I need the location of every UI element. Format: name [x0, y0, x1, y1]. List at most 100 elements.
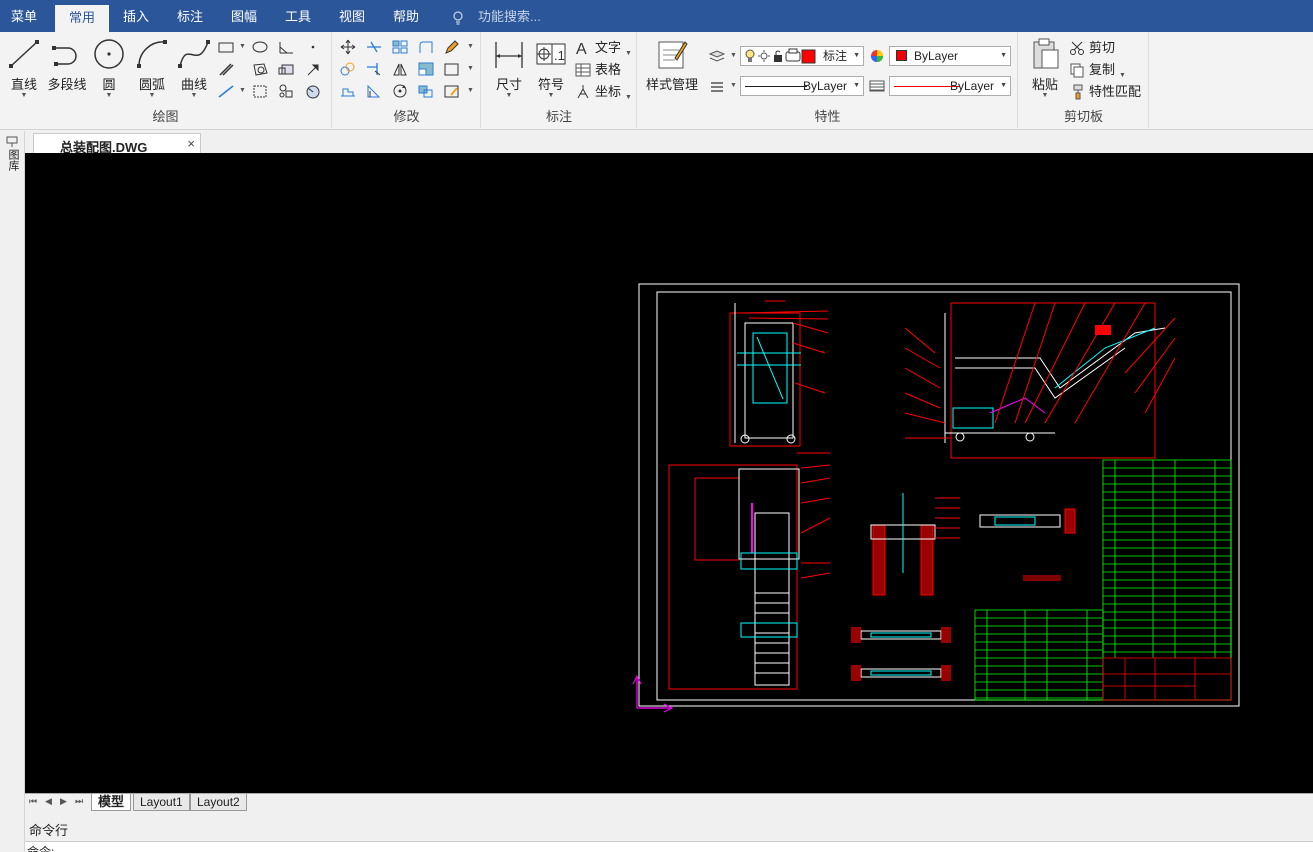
prev-layout-icon[interactable]: ◀ — [45, 796, 52, 807]
drawing-canvas[interactable] — [25, 153, 1313, 793]
menu-view[interactable]: 视图 — [325, 0, 379, 32]
lineweight-select[interactable]: ByLayer ▼ — [889, 76, 1011, 96]
explode-button[interactable] — [417, 83, 437, 101]
line-button[interactable]: 直线 ▼ — [2, 38, 46, 102]
match-properties-button[interactable]: 特性匹配 — [1069, 82, 1149, 102]
command-input[interactable]: 命令: — [25, 841, 1313, 852]
extend-button[interactable] — [365, 61, 385, 79]
pin-icon[interactable] — [4, 134, 20, 148]
erase-button[interactable] — [443, 39, 463, 57]
menu-help[interactable]: 帮助 — [379, 0, 433, 32]
point-button[interactable] — [304, 39, 324, 57]
coordinate-button[interactable]: 坐标 ▼ — [575, 82, 633, 102]
move-icon — [340, 39, 356, 55]
color-value: ByLayer — [914, 49, 959, 63]
symbol-button[interactable]: .1 符号 ▼ — [529, 38, 573, 102]
boundary-button[interactable] — [251, 83, 271, 101]
menu-insert[interactable]: 插入 — [109, 0, 163, 32]
construction-dropdown-icon[interactable]: ▼ — [239, 87, 246, 94]
ellipse-button[interactable] — [251, 39, 271, 57]
scale-icon — [418, 62, 434, 76]
group-clipboard: 粘贴 ▼ 剪切 复制 ▼ 特性匹配 剪切板 — [1019, 32, 1149, 128]
curve-button[interactable]: 曲线 ▼ — [172, 38, 216, 102]
move-button[interactable] — [339, 39, 359, 57]
menu-common[interactable]: 常用 — [55, 5, 109, 32]
modify-dropdown-2-icon[interactable]: ▼ — [467, 65, 474, 72]
layer-manager-dropdown-icon[interactable]: ▼ — [730, 52, 737, 59]
menu-tools[interactable]: 工具 — [271, 0, 325, 32]
mirror-button[interactable] — [391, 61, 411, 79]
copy-object-button[interactable] — [339, 61, 359, 79]
region-button[interactable] — [251, 61, 271, 79]
linetype-select[interactable]: ByLayer ▼ — [740, 76, 864, 96]
rectangle-icon — [218, 42, 234, 53]
rectangle-button[interactable] — [217, 39, 237, 57]
curve-label: 曲线 — [180, 77, 207, 92]
table-button[interactable]: 表格 — [575, 60, 633, 80]
fillet-button[interactable] — [417, 39, 437, 57]
scale-button[interactable] — [417, 61, 437, 79]
dimension-button[interactable]: 尺寸 ▼ — [487, 38, 531, 102]
color-wheel-button[interactable] — [868, 48, 888, 66]
linetype-manager-button[interactable] — [708, 78, 728, 96]
first-layout-icon[interactable]: ⏮ — [29, 796, 37, 807]
style-manager-button[interactable]: 样式管理 — [646, 38, 698, 102]
layout-tab-layout2[interactable]: Layout2 — [190, 794, 247, 811]
scissors-icon — [1070, 41, 1084, 55]
spline-icon — [178, 40, 210, 68]
paste-icon — [1033, 38, 1059, 69]
hatch-button[interactable] — [217, 61, 237, 79]
shapes-button[interactable] — [277, 83, 297, 101]
last-layout-icon[interactable]: ⏭ — [75, 796, 83, 807]
line-icon — [9, 40, 39, 68]
menu-menu[interactable]: 菜单 — [0, 0, 48, 32]
trim-button[interactable] — [365, 39, 385, 57]
lineweight-value: ByLayer — [949, 79, 994, 93]
side-view-drawing — [729, 300, 829, 447]
symbol-label: 符号 — [537, 77, 564, 92]
elevation-view-drawing — [904, 302, 1176, 459]
angle-button[interactable] — [277, 39, 297, 57]
table-icon — [575, 63, 591, 77]
coordinate-label: 坐标 — [595, 84, 622, 99]
linetype-dropdown-icon[interactable]: ▼ — [730, 82, 737, 89]
document-tab[interactable]: 总装配图.DWG × — [33, 133, 201, 155]
brush-icon — [1073, 84, 1083, 100]
title-block — [1102, 657, 1232, 701]
array-button[interactable] — [391, 39, 411, 57]
menu-sheet[interactable]: 图幅 — [217, 0, 271, 32]
next-layout-icon[interactable]: ▶ — [60, 796, 67, 807]
modify-dropdown-1-icon[interactable]: ▼ — [467, 43, 474, 50]
layer-manager-button[interactable] — [708, 48, 728, 66]
pick-button[interactable] — [304, 61, 324, 79]
layout-tab-layout1[interactable]: Layout1 — [133, 794, 190, 811]
group-annotation: 尺寸 ▼ .1 符号 ▼ A 文字 ▼ 表格 坐标 ▼ 标注 — [482, 32, 637, 128]
menu-annotate[interactable]: 标注 — [163, 0, 217, 32]
edit-button[interactable] — [443, 83, 463, 101]
chamfer-button[interactable] — [365, 83, 385, 101]
rotate-button[interactable] — [391, 83, 411, 101]
cut-button[interactable]: 剪切 — [1069, 38, 1139, 58]
lineweight-button[interactable] — [868, 78, 888, 96]
paste-button[interactable]: 粘贴 ▼ — [1023, 38, 1067, 102]
text-button[interactable]: A 文字 ▼ — [575, 38, 633, 58]
layer-select[interactable]: 标注 ▼ — [740, 46, 864, 66]
wipeout-button[interactable] — [304, 83, 324, 101]
rectangle-dropdown-icon[interactable]: ▼ — [239, 43, 246, 50]
arc-button[interactable]: 圆弧 ▼ — [130, 38, 174, 102]
copy-button[interactable]: 复制 ▼ — [1069, 60, 1139, 80]
library-palette-label[interactable]: 图库 — [6, 149, 19, 171]
offset-button[interactable] — [443, 61, 463, 79]
circle-button[interactable]: 圆 ▼ — [87, 38, 131, 102]
dimension-label: 尺寸 — [495, 77, 522, 92]
polyline-button[interactable]: 多段线 — [45, 38, 89, 102]
block-button[interactable] — [277, 61, 297, 79]
modify-dropdown-3-icon[interactable]: ▼ — [467, 87, 474, 94]
ellipse-icon — [252, 41, 268, 53]
color-select[interactable]: ByLayer ▼ — [889, 46, 1011, 66]
layout-tab-model[interactable]: 模型 — [91, 794, 132, 811]
close-icon[interactable]: × — [187, 136, 195, 151]
stretch-button[interactable] — [339, 83, 359, 101]
construction-line-button[interactable] — [217, 83, 237, 101]
clipboard-group-label: 剪切板 — [1063, 109, 1103, 124]
